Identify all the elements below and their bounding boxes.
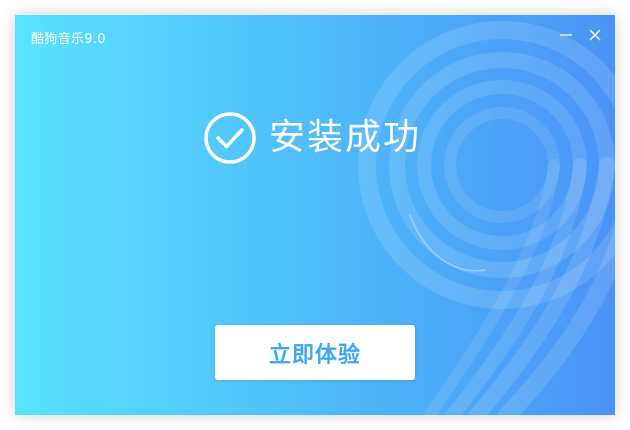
installer-window: 酷狗音乐9.0 安装成功 立即体验 xyxy=(15,15,615,415)
window-title: 酷狗音乐9.0 xyxy=(31,32,106,47)
minimize-icon xyxy=(560,34,572,36)
close-icon xyxy=(589,29,601,41)
check-circle-icon xyxy=(204,112,256,164)
install-success-status: 安装成功 xyxy=(203,111,421,165)
try-now-button[interactable]: 立即体验 xyxy=(215,325,415,380)
success-message: 安装成功 xyxy=(269,117,422,158)
close-button[interactable] xyxy=(587,27,603,43)
minimize-button[interactable] xyxy=(558,27,574,43)
